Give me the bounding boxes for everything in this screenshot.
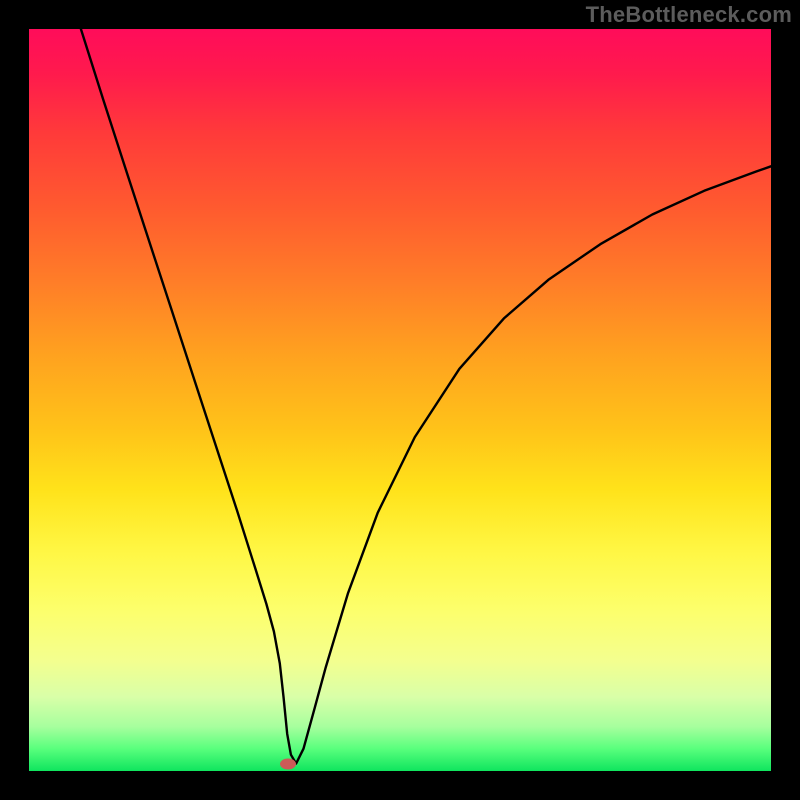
watermark-text: TheBottleneck.com bbox=[586, 2, 792, 28]
bottleneck-curve bbox=[81, 29, 771, 764]
optimal-point-marker bbox=[280, 759, 296, 770]
plot-area bbox=[29, 29, 771, 771]
curve-svg bbox=[29, 29, 771, 771]
chart-frame: TheBottleneck.com bbox=[0, 0, 800, 800]
